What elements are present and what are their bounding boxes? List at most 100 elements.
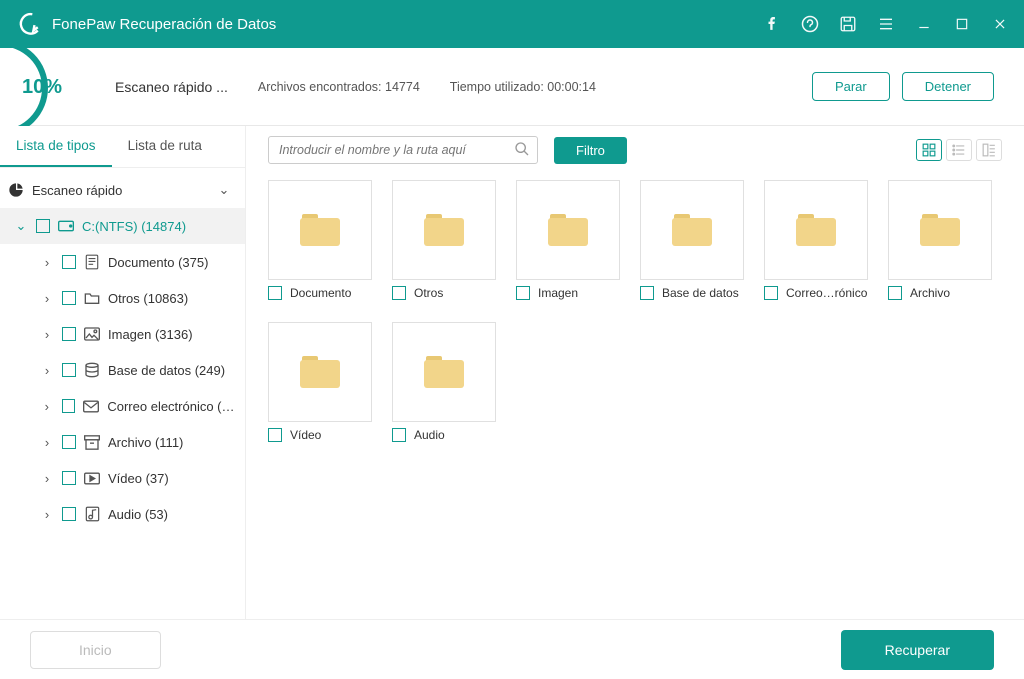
pause-button[interactable]: Parar [812, 72, 890, 101]
tree-drive-c[interactable]: ⌄ C:(NTFS) (14874) [0, 208, 245, 244]
folder-card-audio[interactable]: Audio [392, 322, 496, 442]
app-title: FonePaw Recuperación de Datos [52, 16, 276, 33]
search-icon[interactable] [514, 141, 530, 162]
tree-item-label: Vídeo (37) [108, 471, 169, 486]
view-grid-button[interactable] [916, 139, 942, 161]
chevron-right-icon: › [40, 507, 54, 522]
folder-card-imagen[interactable]: Imagen [516, 180, 620, 300]
folder-card-video[interactable]: Vídeo [268, 322, 372, 442]
checkbox[interactable] [62, 471, 76, 485]
tab-paths[interactable]: Lista de ruta [112, 126, 218, 167]
stop-button[interactable]: Detener [902, 72, 994, 101]
sidebar: Lista de tipos Lista de ruta Escaneo ráp… [0, 126, 246, 619]
document-icon [84, 254, 100, 270]
close-icon[interactable] [990, 14, 1010, 34]
tree-item-otros[interactable]: › Otros (10863) [0, 280, 245, 316]
checkbox[interactable] [62, 291, 76, 305]
tab-types[interactable]: Lista de tipos [0, 126, 112, 167]
folder-card-documento[interactable]: Documento [268, 180, 372, 300]
email-icon [83, 398, 99, 414]
filter-button[interactable]: Filtro [554, 137, 627, 164]
feedback-icon[interactable] [800, 14, 820, 34]
tree-item-audio[interactable]: › Audio (53) [0, 496, 245, 532]
folder-label: Documento [290, 286, 351, 300]
tree-item-imagen[interactable]: › Imagen (3136) [0, 316, 245, 352]
checkbox[interactable] [516, 286, 530, 300]
checkbox[interactable] [62, 507, 76, 521]
folder-label: Base de datos [662, 286, 739, 300]
chevron-right-icon: › [40, 363, 54, 378]
checkbox[interactable] [62, 255, 76, 269]
minimize-icon[interactable] [914, 14, 934, 34]
view-list-button[interactable] [946, 139, 972, 161]
image-icon [84, 326, 100, 342]
tree-root-quickscan[interactable]: Escaneo rápido ⌄ [0, 172, 245, 208]
tree-item-label: Documento (375) [108, 255, 208, 270]
folder-card-basedatos[interactable]: Base de datos [640, 180, 744, 300]
audio-icon [84, 506, 100, 522]
progress-arc: 10% [0, 48, 95, 126]
search-input[interactable] [268, 136, 538, 164]
folder-icon [424, 214, 464, 246]
folder-grid: Documento Otros Imagen Base de datos Cor… [246, 174, 1024, 448]
tree-item-basedatos[interactable]: › Base de datos (249) [0, 352, 245, 388]
folder-icon [796, 214, 836, 246]
checkbox[interactable] [888, 286, 902, 300]
folder-label: Correo…rónico [786, 286, 867, 300]
folder-card-correo[interactable]: Correo…rónico [764, 180, 868, 300]
tree-drive-label: C:(NTFS) (14874) [82, 219, 186, 234]
folder-label: Archivo [910, 286, 950, 300]
tree-item-label: Correo electrónico (50) [107, 399, 237, 414]
tree-item-label: Base de datos (249) [108, 363, 225, 378]
checkbox[interactable] [640, 286, 654, 300]
tree-item-label: Audio (53) [108, 507, 168, 522]
folder-card-otros[interactable]: Otros [392, 180, 496, 300]
checkbox[interactable] [392, 286, 406, 300]
chevron-right-icon: › [40, 255, 54, 270]
app-logo-icon [14, 10, 42, 38]
time-used-label: Tiempo utilizado: 00:00:14 [450, 80, 596, 94]
chevron-down-icon: ⌄ [217, 182, 231, 198]
folder-label: Audio [414, 428, 445, 442]
tree-root-label: Escaneo rápido [32, 183, 122, 198]
checkbox[interactable] [36, 219, 50, 233]
checkbox[interactable] [392, 428, 406, 442]
tree-item-video[interactable]: › Vídeo (37) [0, 460, 245, 496]
menu-icon[interactable] [876, 14, 896, 34]
tree-item-correo[interactable]: › Correo electrónico (50) [0, 388, 245, 424]
scan-mode-label: Escaneo rápido ... [115, 79, 228, 95]
titlebar: FonePaw Recuperación de Datos [0, 0, 1024, 48]
folder-icon [672, 214, 712, 246]
checkbox[interactable] [62, 363, 76, 377]
tree-item-documento[interactable]: › Documento (375) [0, 244, 245, 280]
folder-label: Imagen [538, 286, 578, 300]
drive-icon [58, 218, 74, 234]
checkbox[interactable] [764, 286, 778, 300]
maximize-icon[interactable] [952, 14, 972, 34]
folder-icon [300, 356, 340, 388]
progress-bar: 10% Escaneo rápido ... Archivos encontra… [0, 48, 1024, 126]
facebook-icon[interactable] [762, 14, 782, 34]
content-area: Filtro Documento Otros Imagen [246, 126, 1024, 619]
search-box [268, 136, 538, 164]
home-button[interactable]: Inicio [30, 631, 161, 669]
chevron-right-icon: › [40, 327, 54, 342]
checkbox[interactable] [62, 435, 76, 449]
folder-icon [920, 214, 960, 246]
checkbox[interactable] [62, 327, 76, 341]
view-detail-button[interactable] [976, 139, 1002, 161]
folder-card-archivo[interactable]: Archivo [888, 180, 992, 300]
tree-item-archivo[interactable]: › Archivo (111) [0, 424, 245, 460]
checkbox[interactable] [62, 399, 76, 413]
save-icon[interactable] [838, 14, 858, 34]
view-modes [916, 139, 1002, 161]
files-found-label: Archivos encontrados: 14774 [258, 80, 420, 94]
chevron-right-icon: › [40, 471, 54, 486]
video-icon [84, 470, 100, 486]
chevron-right-icon: › [40, 291, 54, 306]
checkbox[interactable] [268, 428, 282, 442]
recover-button[interactable]: Recuperar [841, 630, 994, 670]
checkbox[interactable] [268, 286, 282, 300]
pie-icon [8, 182, 24, 198]
folder-label: Otros [414, 286, 443, 300]
